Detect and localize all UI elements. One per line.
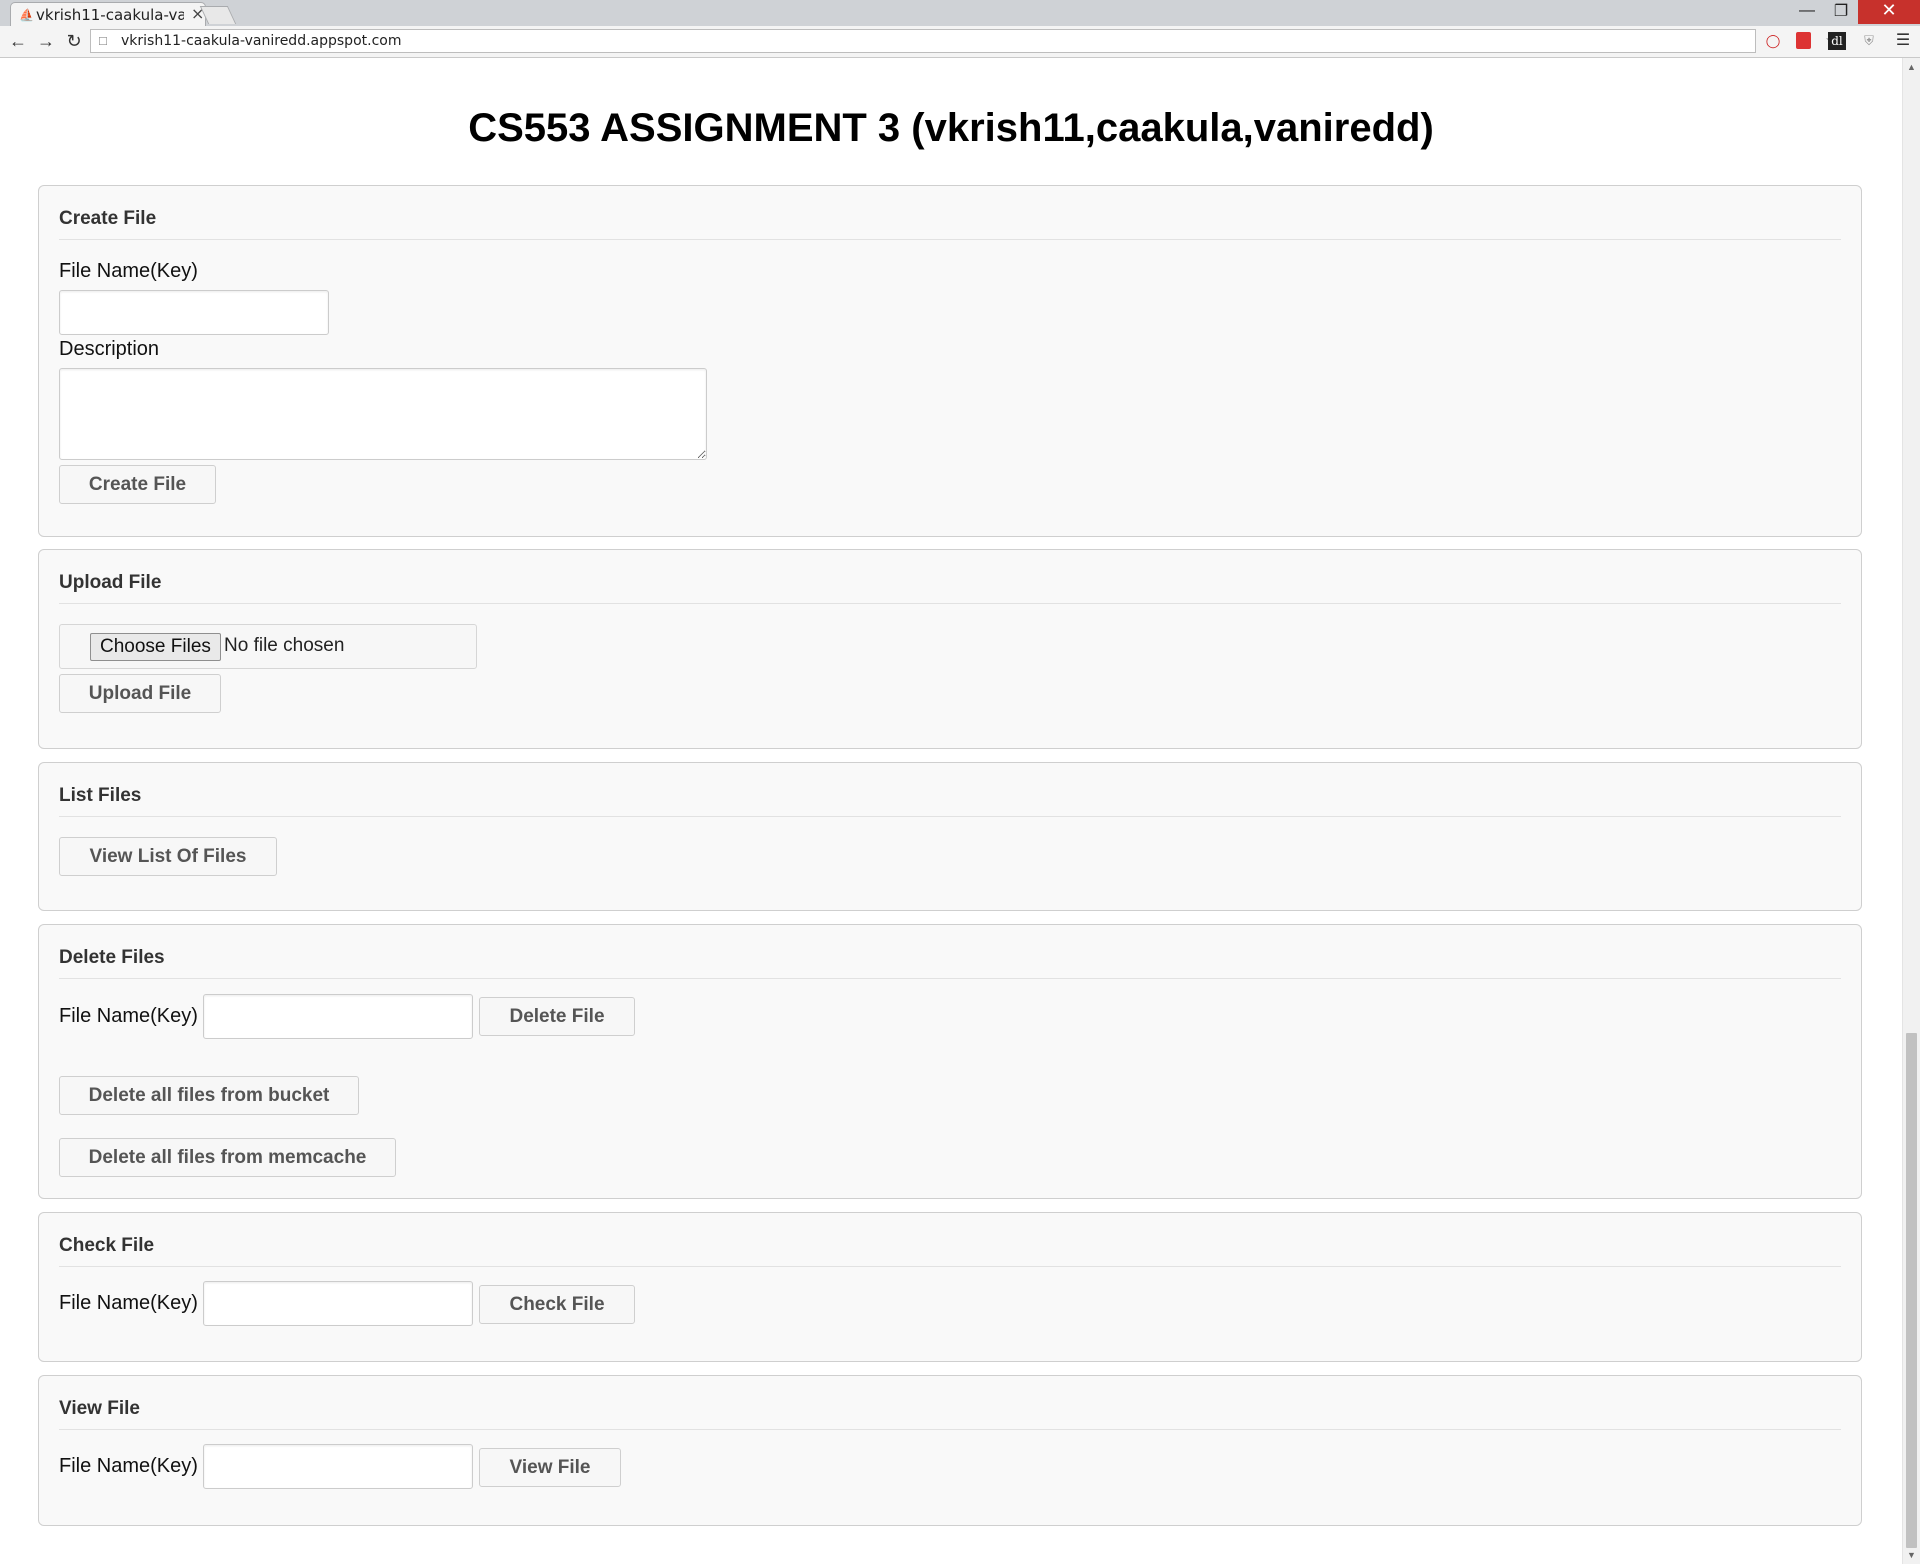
opera-extension-icon[interactable]: ◯	[1764, 32, 1782, 50]
upload-file-button[interactable]: Upload File	[59, 674, 221, 713]
delete-files-legend: Delete Files	[59, 947, 1841, 979]
page-viewport: CS553 ASSIGNMENT 3 (vkrish11,caakula,van…	[0, 58, 1902, 1564]
forward-arrow-icon[interactable]: →	[36, 31, 56, 52]
check-file-name-label: File Name(Key)	[59, 1292, 198, 1314]
create-file-button[interactable]: Create File	[59, 465, 216, 504]
choose-files-button[interactable]: Choose Files	[90, 633, 221, 661]
create-file-panel: Create File File Name(Key) Description C…	[38, 185, 1862, 537]
check-file-button[interactable]: Check File	[479, 1285, 635, 1324]
scroll-down-arrow-icon[interactable]: ▼	[1907, 1550, 1916, 1560]
delete-file-name-input[interactable]	[203, 994, 473, 1039]
create-file-legend: Create File	[59, 208, 1841, 240]
window-restore-button[interactable]: ❐	[1828, 1, 1854, 25]
address-bar[interactable]: □ vkrish11-caakula-vaniredd.appspot.com …	[90, 29, 1840, 53]
view-file-name-input[interactable]	[203, 1444, 473, 1489]
page-title: CS553 ASSIGNMENT 3 (vkrish11,caakula,van…	[468, 106, 1434, 150]
file-chosen-status: No file chosen	[224, 635, 345, 656]
address-url[interactable]: vkrish11-caakula-vaniredd.appspot.com	[121, 33, 401, 49]
view-file-legend: View File	[59, 1398, 1841, 1430]
delete-file-name-label: File Name(Key)	[59, 1005, 198, 1027]
vertical-scrollbar[interactable]: ▲ ▼	[1902, 58, 1920, 1564]
red-book-extension-icon[interactable]	[1796, 32, 1811, 49]
browser-toolbar: ← → ↻ □ vkrish11-caakula-vaniredd.appspo…	[0, 26, 1920, 58]
page-icon: □	[99, 33, 107, 48]
view-file-button[interactable]: View File	[479, 1448, 621, 1487]
upload-file-legend: Upload File	[59, 572, 1841, 604]
browser-tab-active[interactable]: ⛵ vkrish11-caakula-van ×	[10, 2, 206, 26]
upload-file-panel: Upload File Choose Files No file chosen …	[38, 549, 1862, 749]
delete-all-bucket-button[interactable]: Delete all files from bucket	[59, 1076, 359, 1115]
description-label: Description	[59, 338, 160, 360]
window-close-button[interactable]: ✕	[1858, 0, 1920, 24]
file-input[interactable]: Choose Files No file chosen	[59, 624, 477, 669]
check-file-panel: Check File File Name(Key) Check File	[38, 1212, 1862, 1362]
description-textarea[interactable]	[59, 368, 707, 460]
create-file-name-label: File Name(Key)	[59, 260, 198, 282]
reload-icon[interactable]: ↻	[64, 31, 84, 52]
browser-menu-icon[interactable]: ☰	[1894, 32, 1912, 50]
scrollbar-thumb[interactable]	[1906, 1033, 1917, 1548]
back-arrow-icon[interactable]: ←	[8, 31, 28, 52]
tab-title: vkrish11-caakula-van	[36, 6, 184, 24]
list-files-legend: List Files	[59, 785, 1841, 817]
site-favicon-icon: ⛵	[19, 8, 34, 22]
view-file-name-label: File Name(Key)	[59, 1455, 198, 1477]
view-file-panel: View File File Name(Key) View File	[38, 1375, 1862, 1526]
check-file-name-input[interactable]	[203, 1281, 473, 1326]
check-file-legend: Check File	[59, 1235, 1841, 1267]
tab-strip: ⛵ vkrish11-caakula-van × — ❐ ✕	[0, 0, 1920, 26]
list-files-panel: List Files View List Of Files	[38, 762, 1862, 911]
view-list-of-files-button[interactable]: View List Of Files	[59, 837, 277, 876]
window-minimize-button[interactable]: —	[1794, 2, 1820, 26]
scroll-up-arrow-icon[interactable]: ▲	[1907, 62, 1916, 72]
delete-all-memcache-button[interactable]: Delete all files from memcache	[59, 1138, 396, 1177]
delete-files-panel: Delete Files File Name(Key) Delete File …	[38, 924, 1862, 1199]
shield-extension-icon[interactable]: ⛨	[1860, 32, 1878, 50]
dark-extension-icon[interactable]: dl	[1828, 32, 1846, 50]
create-file-name-input[interactable]	[59, 290, 329, 335]
delete-file-button[interactable]: Delete File	[479, 997, 635, 1036]
